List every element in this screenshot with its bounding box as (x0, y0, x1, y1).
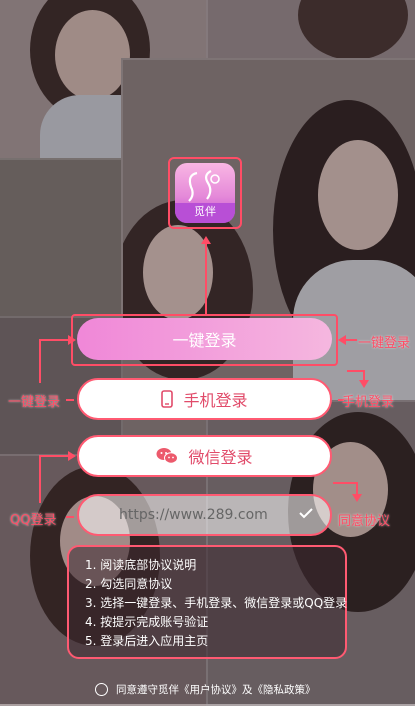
annotation-one-click-right: 一键登录 (358, 336, 411, 351)
annotation-qq-left: QQ登录 (10, 513, 57, 528)
arrow-down-icon (352, 494, 362, 502)
arrow-down-icon (359, 380, 369, 388)
instruction-item: 3. 选择一键登录、手机登录、微信登录或QQ登录 (85, 596, 348, 610)
annotation-line (39, 339, 69, 341)
phone-icon (161, 390, 174, 408)
one-click-login-button[interactable]: 一键登录 (77, 318, 332, 360)
phone-login-button[interactable]: 手机登录 (77, 378, 332, 420)
wechat-icon (156, 447, 179, 465)
annotation-line (345, 339, 357, 341)
instruction-item: 4. 按提示完成账号验证 (85, 615, 209, 629)
agreement-radio[interactable] (95, 683, 108, 696)
check-icon[interactable] (298, 507, 314, 523)
agreement-text: 同意遵守觅伴《用户协议》及《隐私政策》 (116, 684, 316, 696)
annotation-line (66, 516, 74, 518)
annotation-line (39, 455, 41, 503)
annotation-line (39, 339, 41, 383)
instruction-box: 1. 阅读底部协议说明 2. 勾选同意协议 3. 选择一键登录、手机登录、微信登… (67, 545, 347, 659)
annotation-line (66, 399, 74, 401)
instruction-item: 2. 勾选同意协议 (85, 577, 173, 591)
arrow-up-icon (201, 236, 211, 244)
instruction-item: 5. 登录后进入应用主页 (85, 634, 209, 648)
agreement-row[interactable]: 同意遵守觅伴《用户协议》及《隐私政策》 (95, 682, 316, 697)
arrow-right-icon (68, 451, 76, 461)
phone-login-label: 手机登录 (183, 391, 248, 410)
annotation-phone-right: 手机登录 (342, 395, 395, 410)
annotation-agree-right: 同意协议 (338, 514, 391, 529)
app-logo: 觅伴 (175, 163, 235, 223)
url-text: https://www.289.com (119, 507, 268, 523)
annotation-line (347, 370, 365, 372)
wechat-login-button[interactable]: 微信登录 (77, 435, 332, 477)
annotation-one-click-left: 一键登录 (8, 395, 61, 410)
annotation-line (39, 455, 69, 457)
instruction-item: 1. 阅读底部协议说明 (85, 558, 197, 572)
annotation-line (205, 244, 207, 316)
wechat-login-label: 微信登录 (188, 448, 253, 467)
url-field[interactable]: https://www.289.com (77, 494, 332, 536)
logo-text: 觅伴 (194, 205, 216, 218)
one-click-login-label: 一键登录 (172, 331, 237, 350)
annotation-line (333, 482, 358, 484)
